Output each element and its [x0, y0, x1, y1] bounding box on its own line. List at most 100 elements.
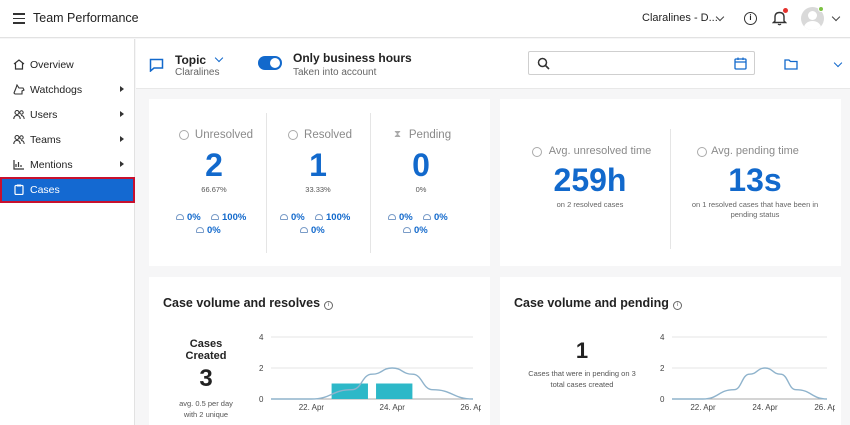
chevron-down-icon: [214, 53, 223, 63]
expand-arrow-icon[interactable]: [120, 86, 124, 92]
cases-created-value: 3: [199, 365, 213, 392]
team-icon: [403, 227, 411, 233]
resolved-stat-3: 0%: [300, 225, 325, 236]
y-tick-label: 4: [660, 333, 665, 342]
pending-summary-note-1: Cases that were in pending on 3: [528, 369, 636, 378]
business-hours-toggle[interactable]: [258, 56, 282, 70]
sidebar-item-label: Teams: [30, 134, 61, 146]
case-volume-pending-title: Case volume and pending i: [514, 296, 682, 310]
sidebar-item-label: Overview: [30, 59, 74, 71]
sidebar-item-teams[interactable]: Teams: [2, 129, 133, 151]
case-volume-pending-chart: 0 2 4 22. Apr 24. Apr 26. Apr: [660, 333, 835, 412]
resolved-stat-1: 0%: [280, 212, 305, 223]
sidebar-item-watchdogs[interactable]: Watchdogs: [2, 79, 133, 101]
cases-created-note-2: with 2 unique: [183, 410, 229, 419]
cases-created-note-1: avg. 0.5 per day: [179, 399, 233, 408]
folder-icon[interactable]: [784, 58, 798, 70]
unresolved-stat-2: 100%: [211, 212, 246, 223]
info-icon[interactable]: i: [744, 12, 757, 25]
series-line: [271, 367, 474, 400]
case-volume-pending-card: Case volume and pending i 1 Cases that we…: [500, 277, 841, 425]
pending-summary-value: 1: [575, 338, 589, 363]
sidebar-item-label: Mentions: [30, 159, 73, 171]
sidebar-item-label: Users: [30, 109, 58, 121]
x-tick-label: 26. Apr: [460, 403, 481, 412]
expand-arrow-icon[interactable]: [120, 111, 124, 117]
series-line: [672, 367, 828, 400]
avg-pending-value: 13s: [728, 162, 782, 198]
pending-stat-3: 0%: [403, 225, 428, 236]
pending-pct: 0%: [415, 185, 427, 194]
sidebar-item-users[interactable]: Users: [2, 104, 133, 126]
expand-arrow-icon[interactable]: [120, 161, 124, 167]
unresolved-pct: 66.67%: [201, 185, 227, 194]
y-tick-label: 0: [660, 395, 665, 404]
info-icon[interactable]: i: [672, 301, 682, 310]
hamburger-menu-icon[interactable]: [13, 13, 25, 24]
pending-stat-2: 0%: [423, 212, 448, 223]
avg-pending-note-2: pending status: [730, 210, 780, 219]
filter-bar: Topic Claralines Only business hours Tak…: [136, 39, 850, 89]
topic-value: Claralines: [175, 67, 220, 78]
avg-pending-label: Avg. pending time: [711, 145, 799, 157]
customer-icon: [280, 214, 288, 220]
case-status-card: Unresolved 2 66.67% 0% 100% 0% Resolved …: [149, 99, 490, 266]
sidebar-item-mentions[interactable]: Mentions: [2, 154, 133, 176]
avg-unresolved-label: Avg. unresolved time: [548, 145, 652, 157]
resolved-stat-2: 100%: [315, 212, 350, 223]
business-hours-sub: Taken into account: [293, 67, 377, 78]
y-tick-label: 4: [259, 333, 264, 342]
pending-summary-note-2: total cases created: [550, 380, 614, 389]
y-tick-label: 2: [259, 364, 264, 373]
unresolved-stat-1: 0%: [176, 212, 201, 223]
profile-chevron-icon[interactable]: [831, 12, 841, 22]
customer-icon: [388, 214, 396, 220]
expand-arrow-icon[interactable]: [120, 136, 124, 142]
y-tick-label: 0: [259, 395, 264, 404]
pending-value: 0: [412, 147, 430, 183]
x-tick-label: 22. Apr: [299, 403, 325, 412]
calendar-icon[interactable]: [734, 57, 747, 70]
avg-unresolved-value: 259h: [553, 162, 627, 198]
customer-icon: [176, 214, 184, 220]
status-dot: [818, 6, 824, 12]
unresolved-stat-3: 0%: [196, 225, 221, 236]
cases-created-label-2: Created: [185, 350, 227, 362]
avg-unresolved-note: on 2 resolved cases: [556, 200, 624, 209]
top-bar: Team Performance Claralines - D... i: [0, 0, 850, 38]
topic-label: Topic: [175, 53, 207, 67]
sidebar-item-label: Watchdogs: [30, 84, 83, 96]
search-box[interactable]: [528, 51, 755, 75]
team-icon: [300, 227, 308, 233]
unresolved-value: 2: [205, 147, 223, 183]
unresolved-check-icon: [179, 130, 189, 140]
watchdog-icon: [13, 84, 25, 95]
x-tick-label: 22. Apr: [690, 403, 716, 412]
unresolved-label: Unresolved: [194, 129, 254, 141]
agent-icon: [423, 214, 431, 220]
bar: [376, 383, 413, 399]
cases-created-label-1: Cases: [189, 338, 223, 350]
home-icon: [13, 59, 25, 70]
case-volume-resolves-card: Case volume and resolves i Cases Created …: [149, 277, 490, 425]
sidebar: Overview Watchdogs Users Teams Mentions …: [0, 39, 135, 425]
search-input[interactable]: [555, 55, 725, 71]
pending-stat-1: 0%: [388, 212, 413, 223]
sidebar-item-cases[interactable]: Cases: [0, 177, 135, 203]
resolved-label: Resolved: [304, 129, 352, 141]
agent-icon: [315, 214, 323, 220]
company-selector[interactable]: Claralines - D...: [642, 12, 718, 24]
sidebar-item-overview[interactable]: Overview: [2, 54, 133, 76]
resolved-value: 1: [309, 147, 327, 183]
search-icon: [537, 57, 550, 70]
resolved-pct: 33.33%: [305, 185, 331, 194]
info-icon[interactable]: i: [324, 301, 334, 310]
users-icon: [13, 109, 25, 120]
y-tick-label: 2: [660, 364, 665, 373]
clipboard-icon: [14, 184, 24, 195]
expand-filters-chevron-icon[interactable]: [833, 58, 843, 68]
team-icon: [196, 227, 204, 233]
pending-label: Pending: [408, 129, 452, 141]
agent-icon: [211, 214, 219, 220]
avg-time-card: Avg. unresolved time 259h on 2 resolved …: [500, 99, 841, 266]
